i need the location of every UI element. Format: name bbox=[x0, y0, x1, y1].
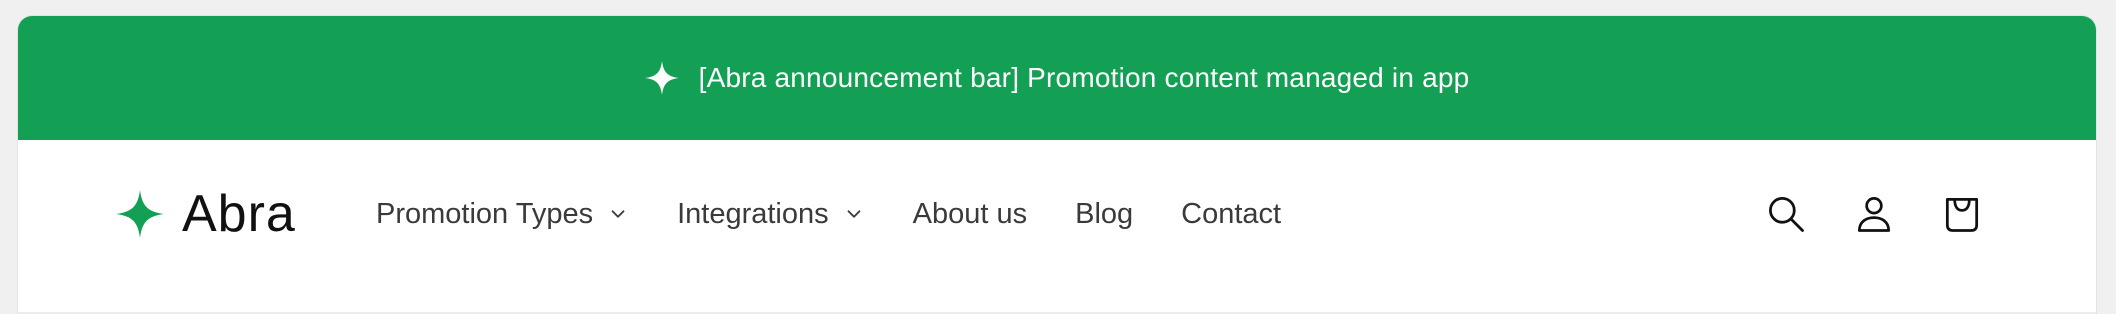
site-header: Abra Promotion Types Integrations About … bbox=[18, 140, 2096, 314]
search-icon[interactable] bbox=[1762, 190, 1810, 238]
logo-text: Abra bbox=[182, 185, 296, 243]
nav-item-label: Blog bbox=[1075, 197, 1134, 230]
chevron-down-icon bbox=[843, 203, 865, 225]
nav-item-label: About us bbox=[912, 197, 1028, 230]
nav-item-label: Integrations bbox=[677, 197, 829, 230]
nav-item-label: Contact bbox=[1181, 197, 1282, 230]
sparkle-icon bbox=[644, 61, 679, 95]
nav-item-contact[interactable]: Contact bbox=[1181, 198, 1281, 231]
nav-item-about-us[interactable]: About us bbox=[913, 198, 1027, 231]
nav-item-blog[interactable]: Blog bbox=[1075, 198, 1133, 231]
cart-icon[interactable] bbox=[1938, 190, 1986, 238]
header-icons bbox=[1722, 190, 1986, 238]
nav-item-promotion-types[interactable]: Promotion Types bbox=[376, 198, 629, 231]
nav-item-label: Promotion Types bbox=[376, 197, 594, 230]
logo[interactable]: Abra bbox=[116, 184, 296, 244]
announcement-bar[interactable]: [Abra announcement bar] Promotion conten… bbox=[18, 16, 2096, 140]
nav-item-integrations[interactable]: Integrations bbox=[677, 198, 865, 231]
account-icon[interactable] bbox=[1850, 190, 1898, 238]
announcement-text: [Abra announcement bar] Promotion conten… bbox=[698, 62, 1470, 93]
page-frame: [Abra announcement bar] Promotion conten… bbox=[18, 16, 2096, 314]
chevron-down-icon bbox=[607, 203, 629, 225]
main-nav: Promotion Types Integrations About us Bl… bbox=[376, 196, 1329, 232]
sparkle-logo-icon bbox=[116, 190, 164, 238]
